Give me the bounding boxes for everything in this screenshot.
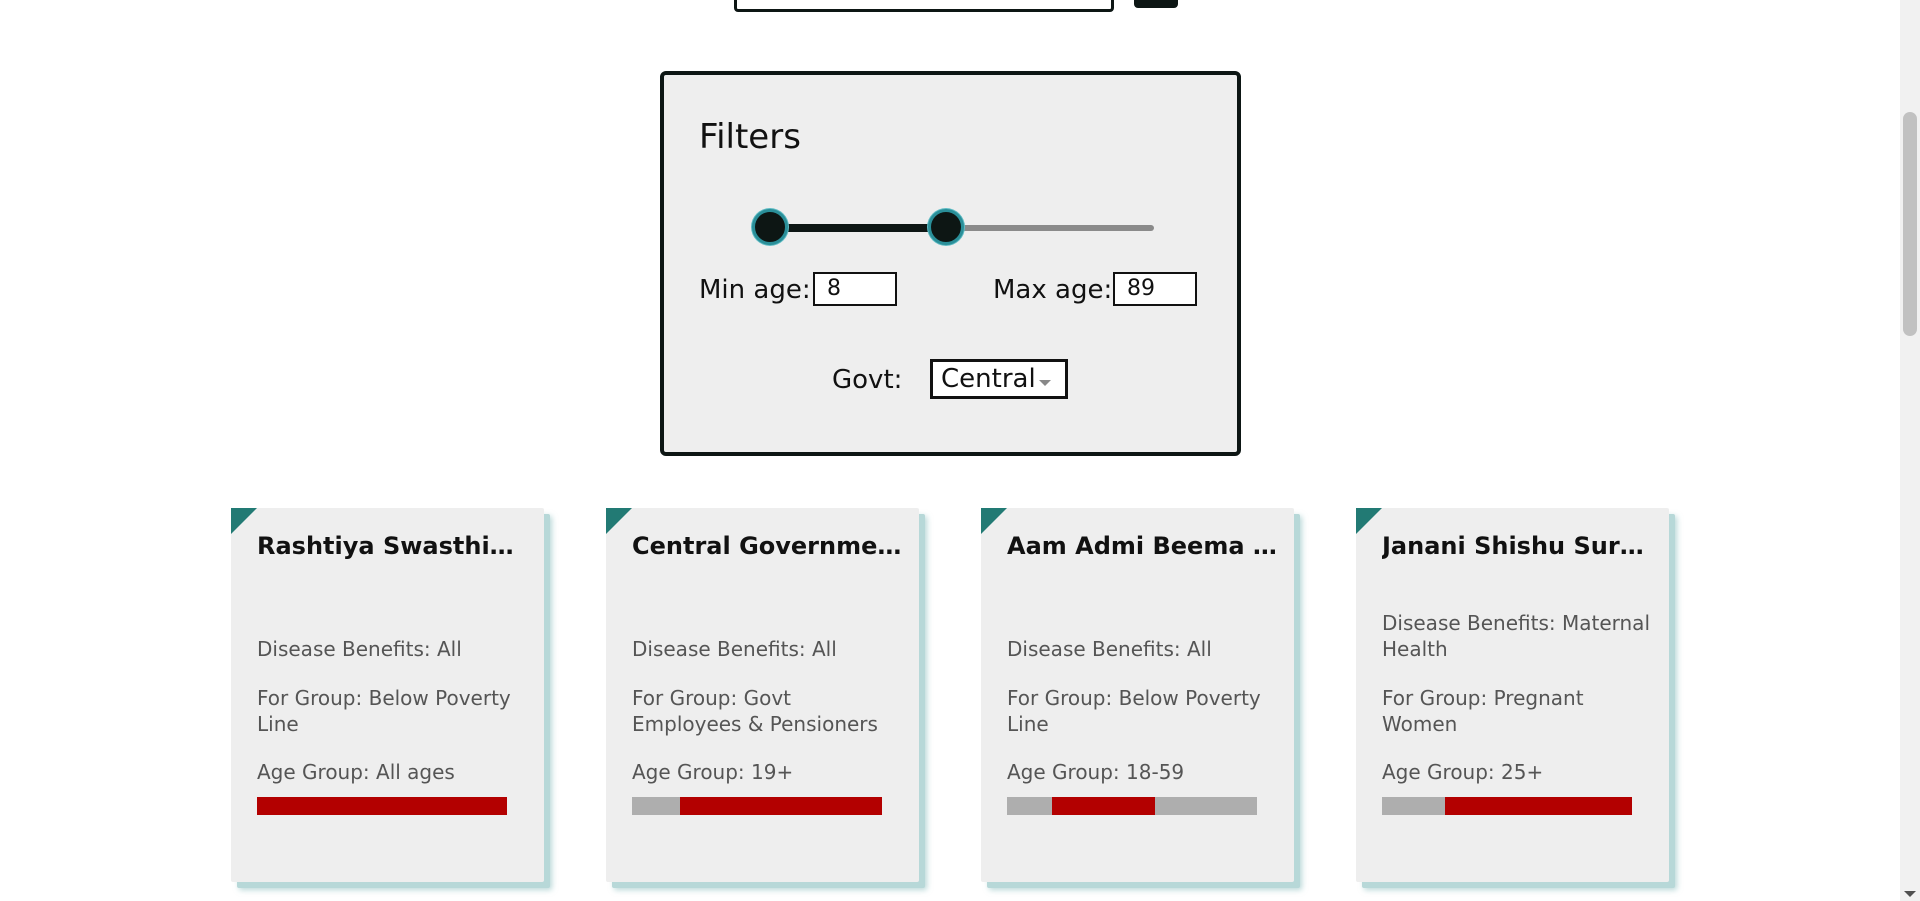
card-corner-marker [1356,508,1382,534]
card-corner-marker [606,508,632,534]
scheme-card[interactable]: Central Government Health Scheme Disease… [606,508,919,882]
scheme-card[interactable]: Rashtiya Swasthiya Bima Yojana Disease B… [231,508,544,882]
slider-selected-range [770,224,946,232]
search-button[interactable] [1134,0,1178,8]
card-title: Central Government Health Scheme [632,532,902,560]
age-bar [632,797,882,815]
card-age-group: Age Group: 19+ [632,760,794,784]
card-group: For Group: Below Poverty Line [1007,686,1261,736]
age-bar [1382,797,1632,815]
min-age-label: Min age: [699,275,811,305]
card-disease: Disease Benefits: All [632,637,837,661]
min-age-input[interactable]: 8 [813,272,897,306]
card-age-group: Age Group: 25+ [1382,760,1544,784]
card-corner-marker [231,508,257,534]
card-disease: Disease Benefits: Maternal Health [1382,611,1650,661]
card-title: Aam Admi Beema Yojana [1007,532,1277,560]
age-bar [1007,797,1257,815]
card-group: For Group: Govt Employees & Pensioners [632,686,878,736]
slider-handle-max[interactable] [928,209,964,245]
filters-panel: Filters Min age: 8 Max age: 89 Govt: Cen… [660,71,1241,456]
card-group: For Group: Below Poverty Line [257,686,511,736]
age-range-slider[interactable] [752,209,1154,245]
chevron-down-icon [1039,380,1051,386]
age-bar-fill [1052,797,1155,815]
age-bar-fill [257,797,507,815]
age-bar [257,797,507,815]
card-title: Janani Shishu Suraksha Karyakram [1382,532,1652,560]
card-age-group: Age Group: All ages [257,760,455,784]
page: Filters Min age: 8 Max age: 89 Govt: Cen… [0,0,1920,901]
max-age-input[interactable]: 89 [1113,272,1197,306]
govt-select[interactable]: Central [930,359,1068,399]
govt-label: Govt: [832,365,903,395]
age-bar-fill [1444,797,1632,815]
scheme-card[interactable]: Aam Admi Beema Yojana Disease Benefits: … [981,508,1294,882]
max-age-label: Max age: [993,275,1113,305]
scrollbar[interactable] [1900,0,1920,901]
card-age-group: Age Group: 18-59 [1007,760,1185,784]
card-corner-marker [981,508,1007,534]
search-input[interactable] [734,0,1114,12]
card-title: Rashtiya Swasthiya Bima Yojana [257,532,527,560]
govt-select-value: Central [941,364,1036,394]
filters-title: Filters [699,117,801,157]
age-bar-fill [679,797,882,815]
card-group: For Group: Pregnant Women [1382,686,1584,736]
scroll-down-arrow-icon[interactable] [1904,891,1916,897]
slider-handle-min[interactable] [752,209,788,245]
scheme-card[interactable]: Janani Shishu Suraksha Karyakram Disease… [1356,508,1669,882]
card-disease: Disease Benefits: All [257,637,462,661]
scrollbar-thumb[interactable] [1903,112,1917,336]
card-disease: Disease Benefits: All [1007,637,1212,661]
